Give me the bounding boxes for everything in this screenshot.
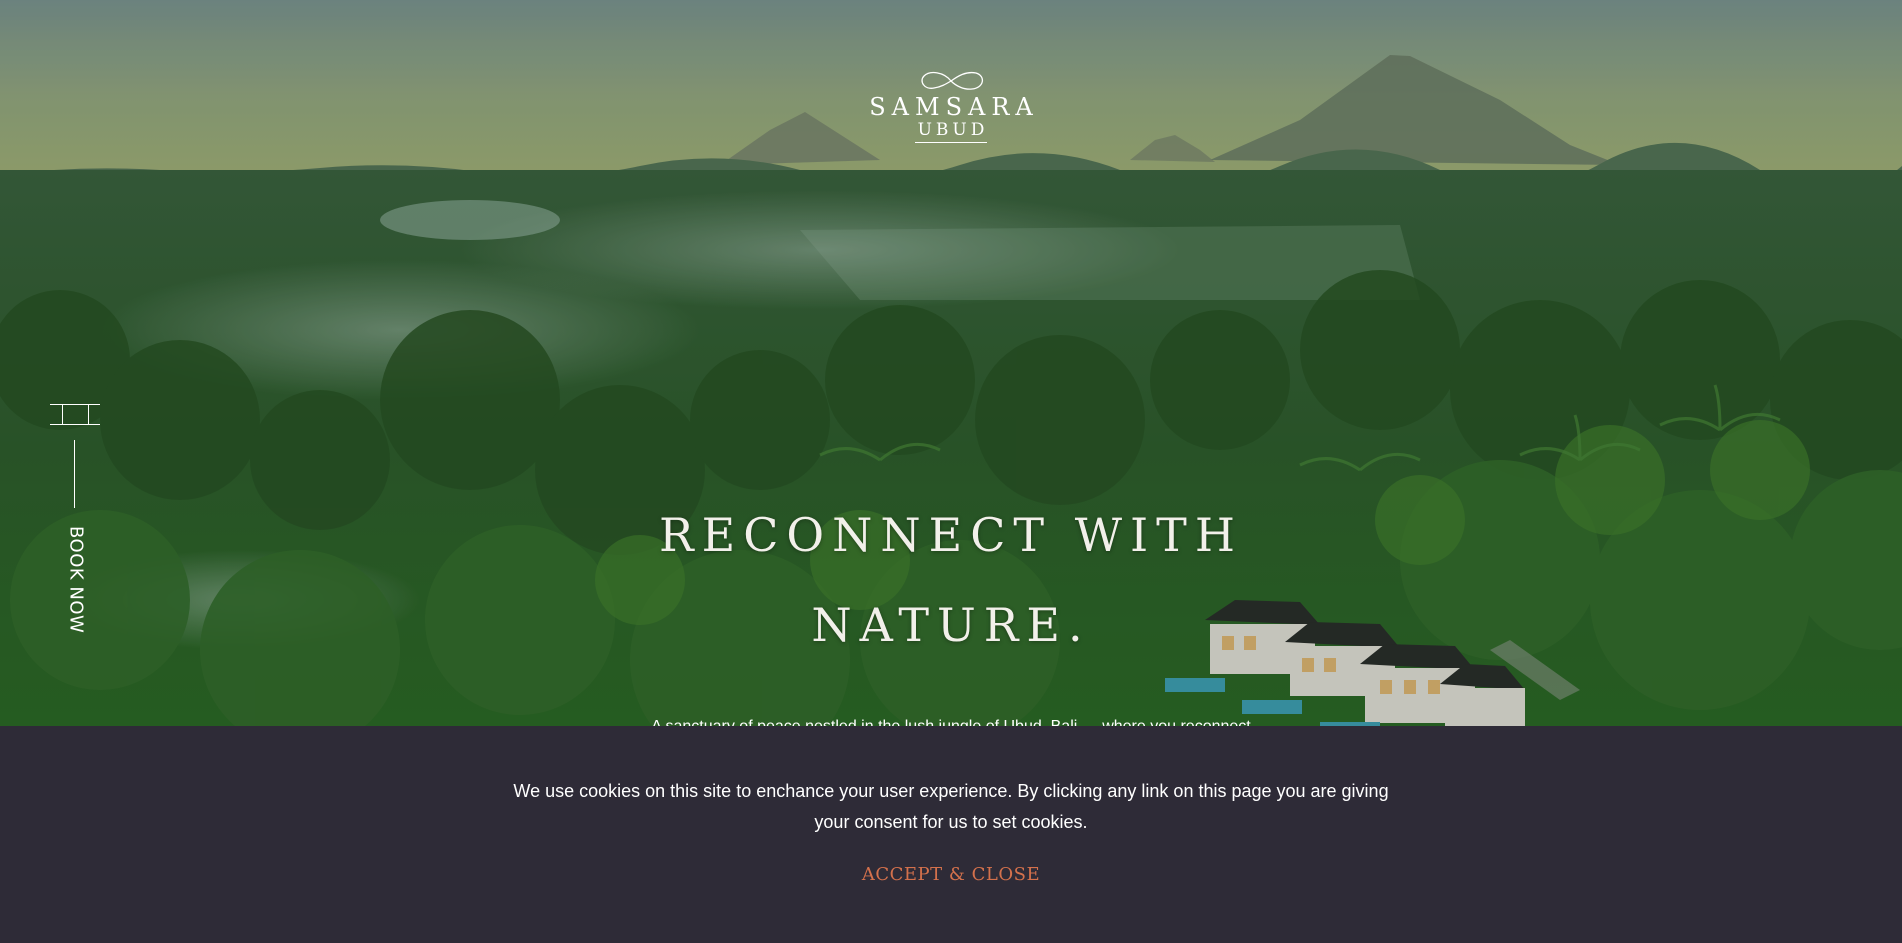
- hero-headline: RECONNECT WITH NATURE.: [551, 490, 1351, 670]
- side-divider: [74, 440, 75, 508]
- menu-bar-right: [88, 404, 89, 424]
- page: SAMSARA UBUD BOOK NOW RECONNECT WITH NAT…: [0, 0, 1902, 943]
- hero-headline-line2: NATURE.: [811, 598, 1091, 652]
- book-now-button[interactable]: BOOK NOW: [64, 526, 88, 634]
- menu-bar-left: [62, 404, 63, 424]
- brand-location: UBUD: [917, 120, 989, 140]
- hero-section: SAMSARA UBUD BOOK NOW RECONNECT WITH NAT…: [0, 0, 1902, 726]
- menu-line-top: [50, 404, 100, 405]
- brand-name: SAMSARA: [869, 93, 1039, 121]
- hero-subline: A sanctuary of peace nestled in the lush…: [651, 714, 1251, 726]
- cookie-consent-bar: We use cookies on this site to enchance …: [0, 726, 1902, 943]
- logo-link[interactable]: SAMSARA UBUD: [862, 68, 1040, 148]
- menu-icon[interactable]: [48, 400, 102, 428]
- logo-underline: [915, 142, 987, 143]
- hero-headline-line1: RECONNECT WITH: [659, 508, 1243, 562]
- accept-close-button[interactable]: ACCEPT & CLOSE: [851, 864, 1051, 885]
- menu-line-bottom: [50, 424, 100, 425]
- infinity-icon: [921, 71, 983, 90]
- book-now-label: BOOK NOW: [65, 526, 87, 634]
- cookie-message: We use cookies on this site to enchance …: [513, 781, 1389, 832]
